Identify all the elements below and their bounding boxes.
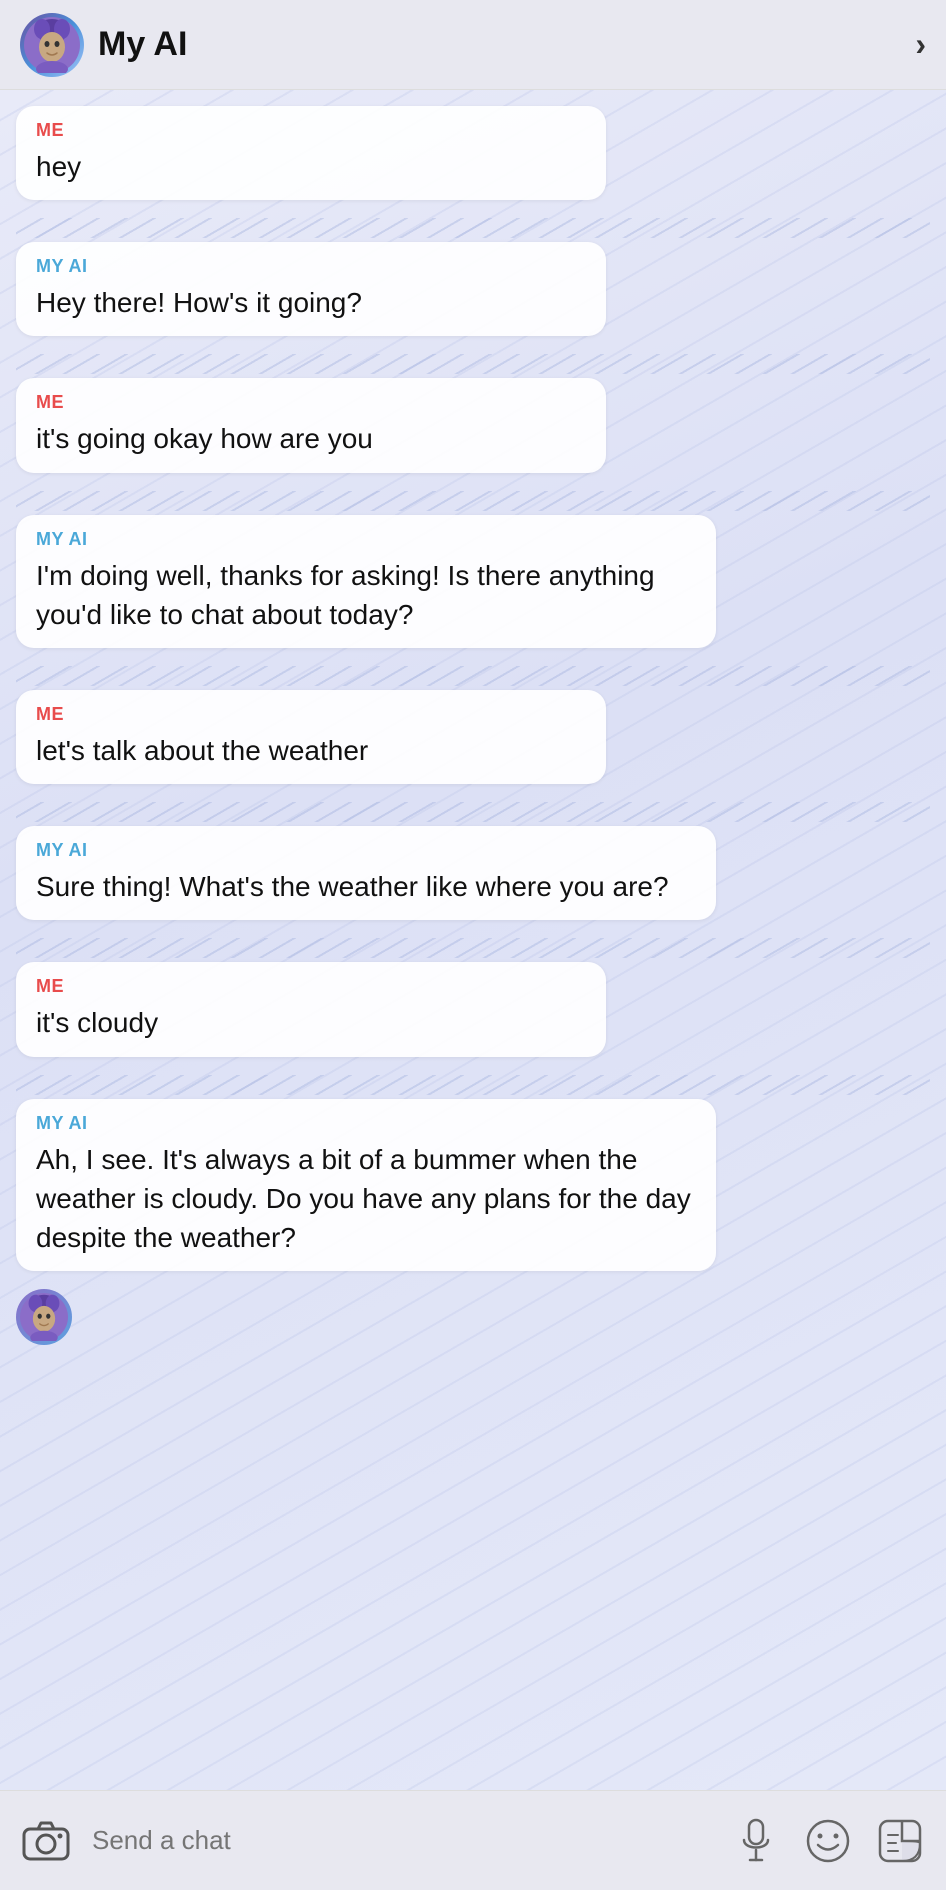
- avatar: [20, 13, 84, 77]
- message-8: MY AI Ah, I see. It's always a bit of a …: [16, 1099, 930, 1272]
- separator-3: [16, 491, 930, 511]
- bubble-text-2: Hey there! How's it going?: [36, 283, 586, 322]
- bubble-text-3: it's going okay how are you: [36, 419, 586, 458]
- microphone-button[interactable]: [730, 1815, 782, 1867]
- header: My AI ›: [0, 0, 946, 90]
- bubble-text-7: it's cloudy: [36, 1003, 586, 1042]
- sender-label-2: MY AI: [36, 256, 586, 277]
- header-title: My AI: [98, 25, 187, 64]
- bubble-ai-3: MY AI Sure thing! What's the weather lik…: [16, 826, 716, 920]
- emoji-button[interactable]: [802, 1815, 854, 1867]
- sender-label-1: ME: [36, 120, 586, 141]
- bubble-ai-1: MY AI Hey there! How's it going?: [16, 242, 606, 336]
- message-5: ME let's talk about the weather: [16, 690, 930, 784]
- bubble-text-4: I'm doing well, thanks for asking! Is th…: [36, 556, 696, 634]
- message-7: ME it's cloudy: [16, 962, 930, 1056]
- input-bar: [0, 1790, 946, 1890]
- navigate-forward-icon[interactable]: ›: [915, 26, 926, 63]
- bubble-me-3: ME let's talk about the weather: [16, 690, 606, 784]
- sender-label-3: ME: [36, 392, 586, 413]
- bubble-me-2: ME it's going okay how are you: [16, 378, 606, 472]
- sender-label-7: ME: [36, 976, 586, 997]
- bubble-me-4: ME it's cloudy: [16, 962, 606, 1056]
- sender-label-5: ME: [36, 704, 586, 725]
- bubble-text-5: let's talk about the weather: [36, 731, 586, 770]
- sticker-button[interactable]: [874, 1815, 926, 1867]
- camera-button[interactable]: [20, 1815, 72, 1867]
- separator-7: [16, 1075, 930, 1095]
- bubble-text-1: hey: [36, 147, 586, 186]
- message-4: MY AI I'm doing well, thanks for asking!…: [16, 515, 930, 648]
- separator-6: [16, 938, 930, 958]
- chat-area: ME hey MY AI Hey there! How's it going? …: [0, 90, 946, 1790]
- separator-2: [16, 354, 930, 374]
- message-2: MY AI Hey there! How's it going?: [16, 242, 930, 336]
- bubble-ai-4: MY AI Ah, I see. It's always a bit of a …: [16, 1099, 716, 1272]
- separator-5: [16, 802, 930, 822]
- sender-label-4: MY AI: [36, 529, 696, 550]
- bubble-me-1: ME hey: [16, 106, 606, 200]
- bubble-text-8: Ah, I see. It's always a bit of a bummer…: [36, 1140, 696, 1258]
- message-6: MY AI Sure thing! What's the weather lik…: [16, 826, 930, 920]
- message-3: ME it's going okay how are you: [16, 378, 930, 472]
- bottom-avatar: [16, 1289, 72, 1345]
- sender-label-8: MY AI: [36, 1113, 696, 1134]
- separator-4: [16, 666, 930, 686]
- header-left: My AI: [20, 13, 187, 77]
- separator-1: [16, 218, 930, 238]
- chat-input[interactable]: [92, 1825, 710, 1856]
- bubble-text-6: Sure thing! What's the weather like wher…: [36, 867, 696, 906]
- message-1: ME hey: [16, 106, 930, 200]
- sender-label-6: MY AI: [36, 840, 696, 861]
- bubble-ai-2: MY AI I'm doing well, thanks for asking!…: [16, 515, 716, 648]
